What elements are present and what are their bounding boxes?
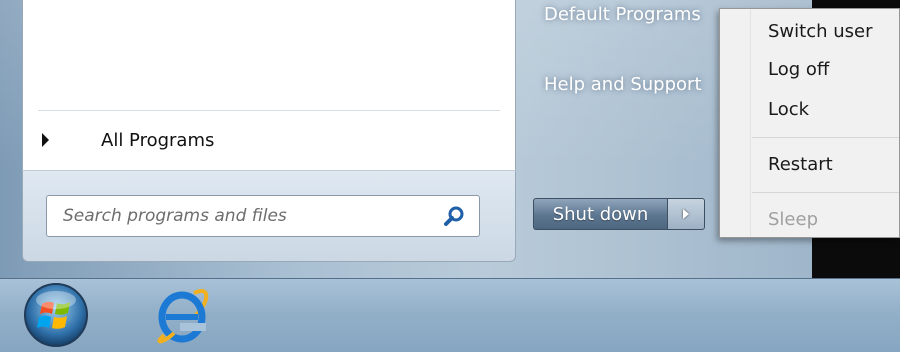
all-programs-label: All Programs (101, 129, 215, 151)
menu-item-log-off[interactable]: Log off (768, 59, 829, 80)
shutdown-options-button[interactable] (667, 198, 705, 230)
arrow-right-icon (683, 209, 689, 219)
menu-gutter (750, 9, 751, 237)
shutdown-split-button: Shut down (533, 198, 713, 232)
all-programs-item[interactable]: All Programs (40, 124, 480, 156)
default-programs-link[interactable]: Default Programs (544, 4, 701, 25)
search-input[interactable] (61, 205, 445, 227)
menu-item-sleep: Sleep (768, 209, 819, 230)
windows-start-orb-icon[interactable] (20, 280, 92, 350)
expand-arrow-icon (42, 133, 49, 147)
programs-divider (38, 110, 500, 111)
shutdown-button[interactable]: Shut down (533, 198, 667, 230)
magnifier-icon[interactable] (443, 205, 465, 227)
menu-separator (752, 137, 899, 138)
internet-explorer-icon[interactable] (150, 285, 214, 345)
help-and-support-link[interactable]: Help and Support (544, 74, 702, 95)
menu-item-switch-user[interactable]: Switch user (768, 21, 873, 42)
search-box[interactable] (46, 195, 480, 237)
menu-separator (752, 192, 899, 193)
taskbar (0, 278, 900, 352)
menu-item-lock[interactable]: Lock (768, 99, 809, 120)
power-options-menu: Switch user Log off Lock Restart Sleep (719, 8, 900, 238)
desktop-background (812, 238, 900, 278)
menu-item-restart[interactable]: Restart (768, 154, 833, 175)
